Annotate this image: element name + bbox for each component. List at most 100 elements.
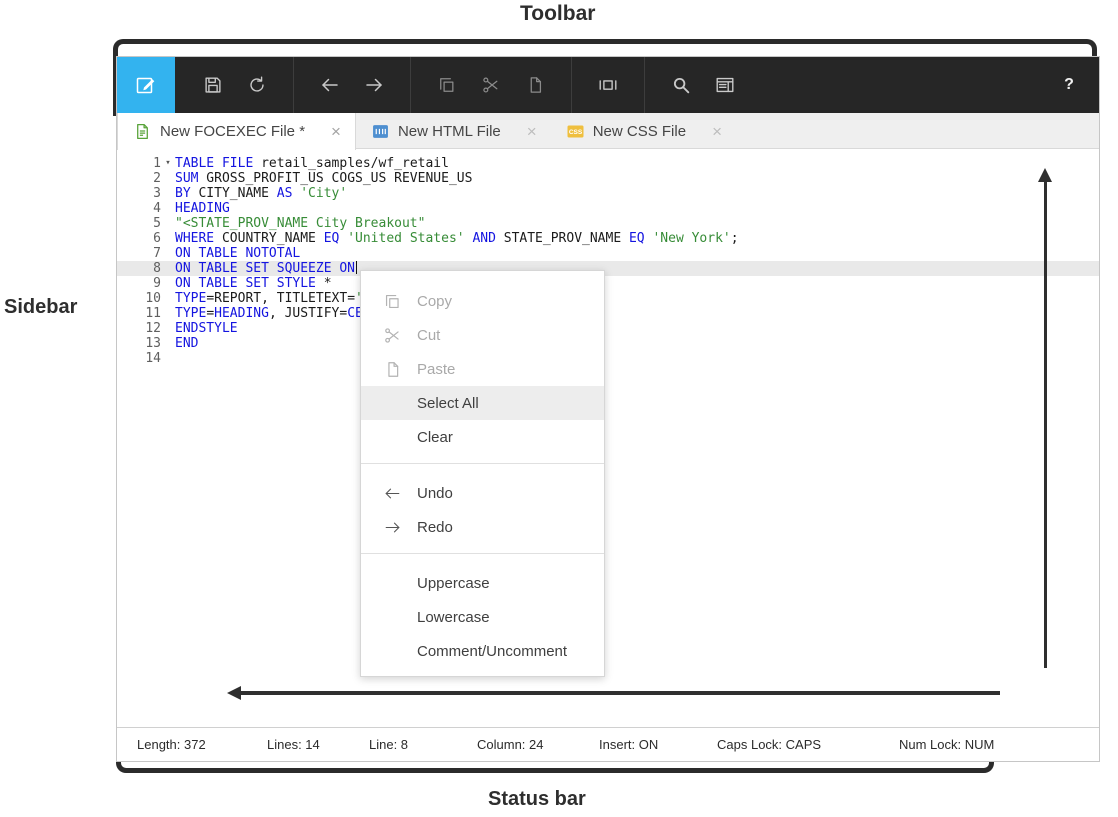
report-button[interactable] <box>703 57 747 113</box>
tab-close-icon[interactable]: × <box>331 123 341 140</box>
fold-column <box>161 306 175 321</box>
edit-icon <box>134 73 158 97</box>
line-number: 13 <box>117 336 161 351</box>
menu-item-uppercase[interactable]: Uppercase <box>361 566 604 600</box>
fold-marker-icon[interactable]: ▾ <box>161 156 175 171</box>
paste-icon <box>383 360 417 379</box>
code-text: TABLE FILE retail_samples/wf_retail <box>175 156 449 171</box>
menu-divider <box>361 463 604 464</box>
paste-button[interactable] <box>513 57 557 113</box>
code-line: 12ENDSTYLE <box>117 321 1099 336</box>
toolbar: ? <box>117 57 1099 113</box>
forward-arrow-button[interactable] <box>352 57 396 113</box>
fold-column <box>161 246 175 261</box>
code-line: 4 HEADING <box>117 201 1099 216</box>
annotated-screenshot: Toolbar File tabs Sidebar Canvas Status … <box>0 0 1118 817</box>
edit-button[interactable] <box>117 57 175 113</box>
canvas-vertical-arrow <box>1044 181 1047 668</box>
html-file-icon <box>372 124 389 139</box>
save-icon <box>202 74 224 96</box>
line-number: 6 <box>117 231 161 246</box>
cut-icon <box>383 326 417 345</box>
fold-column <box>161 261 175 276</box>
status-caps-lock: Caps Lock: CAPS <box>717 737 821 752</box>
copy-button[interactable] <box>425 57 469 113</box>
menu-item-redo[interactable]: Redo <box>361 510 604 544</box>
save-button[interactable] <box>191 57 235 113</box>
menu-item-undo[interactable]: Undo <box>361 476 604 510</box>
code-line: 10TYPE=REPORT, TITLETEXT='C <box>117 291 1099 306</box>
tab-close-icon[interactable]: × <box>712 123 722 140</box>
code-text: ENDSTYLE <box>175 321 238 336</box>
menu-item-label: Redo <box>417 519 453 536</box>
revert-button[interactable] <box>235 57 279 113</box>
code-line: 2SUM GROSS_PROFIT_US COGS_US REVENUE_US <box>117 171 1099 186</box>
toolbar-separator <box>571 57 572 113</box>
file-tab-bar: New FOCEXEC File * × New HTML File × CSS New … <box>117 113 1099 149</box>
search-button[interactable] <box>659 57 703 113</box>
menu-item-select-all[interactable]: Select All <box>361 386 604 420</box>
code-text: WHERE COUNTRY_NAME EQ 'United States' AN… <box>175 231 739 246</box>
menu-item-label: Lowercase <box>417 609 490 626</box>
code-text: ON TABLE NOTOTAL <box>175 246 300 261</box>
status-lines: Lines: 14 <box>267 737 320 752</box>
code-editor[interactable]: 1▾TABLE FILE retail_samples/wf_retail2SU… <box>117 150 1099 736</box>
canvas-vertical-arrowhead <box>1038 168 1052 182</box>
code-line: 14 <box>117 351 1099 366</box>
line-number: 7 <box>117 246 161 261</box>
line-number: 2 <box>117 171 161 186</box>
line-number: 4 <box>117 201 161 216</box>
menu-item-lowercase[interactable]: Lowercase <box>361 600 604 634</box>
annotation-sidebar-label: Sidebar <box>4 296 77 319</box>
line-number: 10 <box>117 291 161 306</box>
paste-icon <box>525 75 545 95</box>
status-length: Length: 372 <box>137 737 206 752</box>
copy-icon <box>383 292 417 311</box>
status-insert: Insert: ON <box>599 737 658 752</box>
fold-column <box>161 276 175 291</box>
tab-new-html-file[interactable]: New HTML File × <box>356 113 551 149</box>
menu-item-clear[interactable]: Clear <box>361 420 604 454</box>
code-line: 8ON TABLE SET SQUEEZE ON <box>117 261 1099 276</box>
menu-item-label: Undo <box>417 485 453 502</box>
code-text: BY CITY_NAME AS 'City' <box>175 186 347 201</box>
fold-column <box>161 186 175 201</box>
app-window: ? New FOCEXEC File *×New HTML File×CSSNe… <box>116 56 1100 762</box>
fold-column <box>161 336 175 351</box>
tab-label: New HTML File <box>398 123 501 140</box>
menu-divider <box>361 553 604 554</box>
code-text: HEADING <box>175 201 230 216</box>
tab-new-focexec-file[interactable]: New FOCEXEC File * × <box>117 113 356 150</box>
annotation-toolbar-label: Toolbar <box>520 2 595 26</box>
line-number: 1 <box>117 156 161 171</box>
editor-context-menu: CopyCutPasteSelect AllClearUndoRedoUpper… <box>360 270 605 677</box>
search-icon <box>670 74 692 96</box>
menu-item-label: Uppercase <box>417 575 490 592</box>
line-number: 3 <box>117 186 161 201</box>
tab-new-css-file[interactable]: CSS New CSS File × <box>551 113 736 149</box>
code-line: 5"<STATE_PROV_NAME City Breakout" <box>117 216 1099 231</box>
back-arrow-button[interactable] <box>308 57 352 113</box>
fold-column <box>161 216 175 231</box>
code-line: 6 WHERE COUNTRY_NAME EQ 'United States' A… <box>117 231 1099 246</box>
toolbar-separator <box>644 57 645 113</box>
status-bar: Length: 372Lines: 14Line: 8Column: 24Ins… <box>117 727 1099 761</box>
tab-label: New FOCEXEC File * <box>160 123 305 140</box>
tab-close-icon[interactable]: × <box>527 123 537 140</box>
status-num-lock: Num Lock: NUM <box>899 737 994 752</box>
menu-item-comment-uncomment[interactable]: Comment/Uncomment <box>361 634 604 668</box>
cut-button[interactable] <box>469 57 513 113</box>
line-number: 14 <box>117 351 161 366</box>
menu-item-label: Copy <box>417 293 452 310</box>
fold-column <box>161 201 175 216</box>
tab-label: New CSS File <box>593 123 686 140</box>
help-button[interactable]: ? <box>1051 57 1087 113</box>
menu-item-label: Select All <box>417 395 479 412</box>
layout-button[interactable] <box>586 57 630 113</box>
code-line: 11TYPE=HEADING, JUSTIFY=CEN <box>117 306 1099 321</box>
toolbar-buttons <box>117 57 747 113</box>
css-file-icon: CSS <box>567 125 584 138</box>
status-line: Line: 8 <box>369 737 408 752</box>
line-number: 5 <box>117 216 161 231</box>
fold-column <box>161 231 175 246</box>
